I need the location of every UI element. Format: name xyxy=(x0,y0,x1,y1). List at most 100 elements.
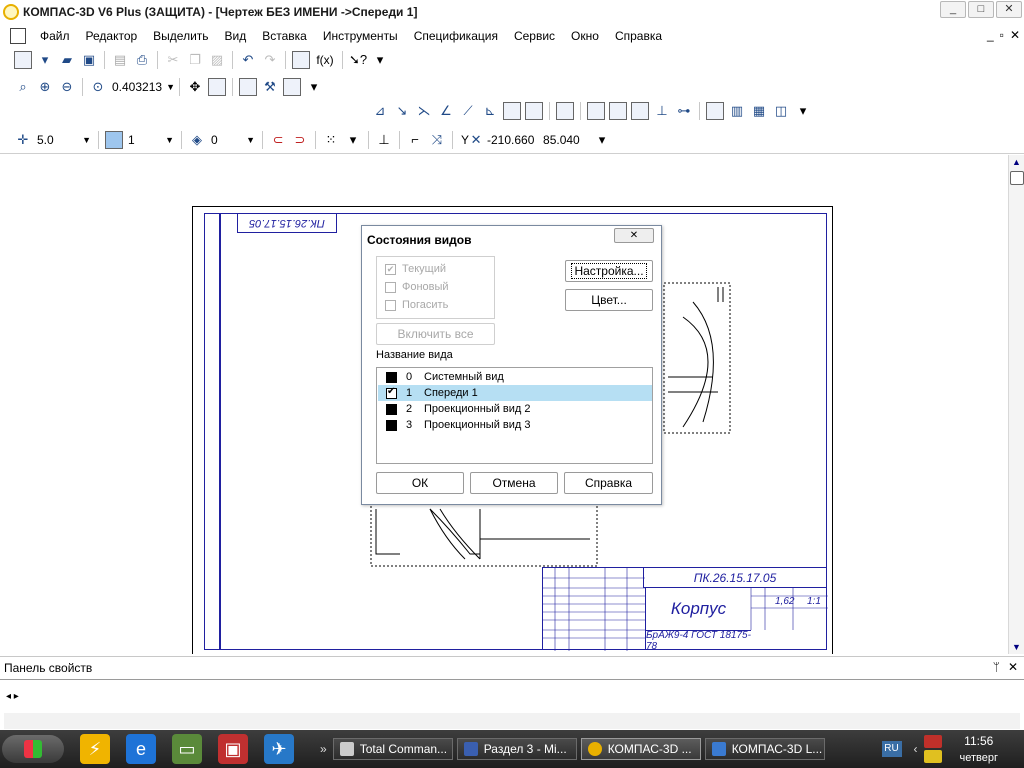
refresh-icon[interactable] xyxy=(239,78,257,96)
vertical-scrollbar[interactable]: ▲ ▼ xyxy=(1008,155,1024,654)
menu-file[interactable]: Файл xyxy=(32,29,78,43)
tray-app-icons[interactable] xyxy=(923,735,942,763)
current-view-icon[interactable] xyxy=(105,130,123,149)
snap-normal-icon[interactable]: ⊾ xyxy=(481,102,499,120)
task-kompas-lt[interactable]: КОМПАС-3D L... xyxy=(704,738,825,760)
magnet-off-icon[interactable]: ⊃ xyxy=(291,131,309,149)
close-window-button[interactable]: ✕ xyxy=(996,1,1022,18)
list-item[interactable]: 0 Системный вид xyxy=(378,369,652,385)
help-pointer-icon[interactable]: ➘? xyxy=(349,51,367,69)
view-manager-icon[interactable] xyxy=(556,102,574,120)
menu-edit[interactable]: Редактор xyxy=(78,29,146,43)
menu-insert[interactable]: Вставка xyxy=(254,29,315,43)
menu-tools[interactable]: Инструменты xyxy=(315,29,406,43)
library-icon-4[interactable]: ◫ xyxy=(772,102,790,120)
quicklaunch-more-icon[interactable]: » xyxy=(320,742,327,756)
pan-icon[interactable]: ✥ xyxy=(186,78,204,96)
dropdown-arrow-icon[interactable]: ▾ xyxy=(794,102,812,120)
library-icon-1[interactable] xyxy=(706,102,724,120)
cancel-button[interactable]: Отмена xyxy=(470,472,558,494)
scrollbar-thumb[interactable] xyxy=(1010,171,1024,185)
copy-icon[interactable]: ❐ xyxy=(186,51,204,69)
library-icon-2[interactable]: ▥ xyxy=(728,102,746,120)
print-preview-icon[interactable]: ⎙ xyxy=(133,51,151,69)
save-icon[interactable]: ▣ xyxy=(80,51,98,69)
scroll-down-icon[interactable]: ▼ xyxy=(1012,642,1021,652)
snap-angle-icon[interactable]: ∠ xyxy=(437,102,455,120)
checkbox-background[interactable]: Фоновый xyxy=(385,281,449,293)
grid-icon[interactable]: ⁙ xyxy=(322,131,340,149)
dropdown-arrow-icon[interactable]: ▾ xyxy=(371,51,389,69)
zoom-scale-icon[interactable]: ⊙ xyxy=(89,78,107,96)
align-icon[interactable]: ⊥ xyxy=(653,102,671,120)
quicklaunch-app-icon[interactable]: ⚡ xyxy=(80,734,110,764)
zoom-window-icon[interactable]: ⌕ xyxy=(14,78,32,96)
layout-icon-1[interactable] xyxy=(587,102,605,120)
display-mode-icon[interactable] xyxy=(283,78,301,96)
menu-window[interactable]: Окно xyxy=(563,29,607,43)
cut-icon[interactable]: ✂ xyxy=(164,51,182,69)
magnet-icon[interactable]: ⊂ xyxy=(269,131,287,149)
start-button[interactable] xyxy=(2,735,64,763)
drawing-canvas[interactable]: ПК.26.15.17.05 ПК.26.15.17.05 Корпус БрА… xyxy=(0,155,1008,654)
checkbox-hide[interactable]: Погасить xyxy=(385,299,448,311)
floppy-icon[interactable]: ▣ xyxy=(218,734,248,764)
pin-icon[interactable]: ᛘ xyxy=(993,660,1000,674)
desktop-icon[interactable]: ▭ xyxy=(172,734,202,764)
enable-all-button[interactable]: Включить все xyxy=(376,323,495,345)
list-item-selected[interactable]: 1 Спереди 1 xyxy=(378,385,652,401)
menu-specification[interactable]: Спецификация xyxy=(406,29,506,43)
ok-button[interactable]: ОК xyxy=(376,472,464,494)
snap-tangent-icon[interactable]: ⟋ xyxy=(459,102,477,120)
maximize-button[interactable]: □ xyxy=(968,1,994,18)
zoom-out-icon[interactable]: ⊖ xyxy=(58,78,76,96)
step-combo[interactable]: 5.0 ▼ xyxy=(34,131,94,149)
clock[interactable]: 11:56 четверг xyxy=(960,734,999,764)
task-word-document[interactable]: Раздел 3 - Mi... xyxy=(456,738,577,760)
snaps-icon[interactable]: ⤨ xyxy=(428,131,446,149)
show-all-icon[interactable] xyxy=(208,78,226,96)
mdi-minimize-button[interactable]: _ xyxy=(987,28,994,42)
print-icon[interactable]: ▤ xyxy=(111,51,129,69)
new-document-icon[interactable] xyxy=(14,51,32,69)
paste-icon[interactable]: ▨ xyxy=(208,51,226,69)
scroll-up-icon[interactable]: ▲ xyxy=(1012,157,1021,167)
document-icon[interactable] xyxy=(10,28,26,44)
redo-icon[interactable]: ↷ xyxy=(261,51,279,69)
zoom-combo[interactable]: 0.403213 ▼ xyxy=(109,78,175,96)
layout-icon-2[interactable] xyxy=(609,102,627,120)
task-kompas-active[interactable]: КОМПАС-3D ... xyxy=(580,738,701,760)
views-list[interactable]: 0 Системный вид 1 Спереди 1 2 Проекционн… xyxy=(376,367,653,464)
menu-service[interactable]: Сервис xyxy=(506,29,563,43)
minimize-button[interactable]: _ xyxy=(940,1,966,18)
dropdown-arrow-icon[interactable]: ▾ xyxy=(593,131,611,149)
fx-label[interactable]: f(x) xyxy=(314,51,336,69)
local-snap-icon[interactable] xyxy=(525,102,543,120)
checkbox-current[interactable]: ✔ Текущий xyxy=(385,263,446,275)
grid-snap-icon[interactable] xyxy=(503,102,521,120)
layers-tool-icon[interactable]: ⚒ xyxy=(261,78,279,96)
language-indicator[interactable]: RU xyxy=(881,741,902,757)
panel-nav-arrows[interactable]: ◂ ▸ xyxy=(6,691,19,702)
library-icon-3[interactable]: ▦ xyxy=(750,102,768,120)
distribute-icon[interactable]: ⊶ xyxy=(675,102,693,120)
dialog-close-button[interactable]: ✕ xyxy=(614,228,654,243)
dropdown-arrow-icon[interactable]: ▾ xyxy=(36,51,54,69)
internet-explorer-icon[interactable]: e xyxy=(126,734,156,764)
open-folder-icon[interactable]: ▰ xyxy=(58,51,76,69)
menu-select[interactable]: Выделить xyxy=(145,29,216,43)
zoom-in-icon[interactable]: ⊕ xyxy=(36,78,54,96)
dropdown-arrow-icon[interactable]: ▾ xyxy=(344,131,362,149)
snap-midpoint-icon[interactable]: ⋋ xyxy=(415,102,433,120)
dropdown-arrow-icon[interactable]: ▾ xyxy=(305,78,323,96)
close-icon[interactable]: ✕ xyxy=(1008,660,1018,674)
undo-icon[interactable]: ↶ xyxy=(239,51,257,69)
list-item[interactable]: 3 Проекционный вид 3 xyxy=(378,417,652,433)
list-item[interactable]: 2 Проекционный вид 2 xyxy=(378,401,652,417)
snap-intersection-icon[interactable]: ↘ xyxy=(393,102,411,120)
local-cs-icon[interactable]: ⊥ xyxy=(375,131,393,149)
layer-combo[interactable]: 0 ▼ xyxy=(208,131,258,149)
tray-expand-icon[interactable]: ‹ xyxy=(914,742,918,756)
view-combo[interactable]: 1 ▼ xyxy=(125,131,177,149)
snap-point-icon[interactable]: ⊿ xyxy=(371,102,389,120)
